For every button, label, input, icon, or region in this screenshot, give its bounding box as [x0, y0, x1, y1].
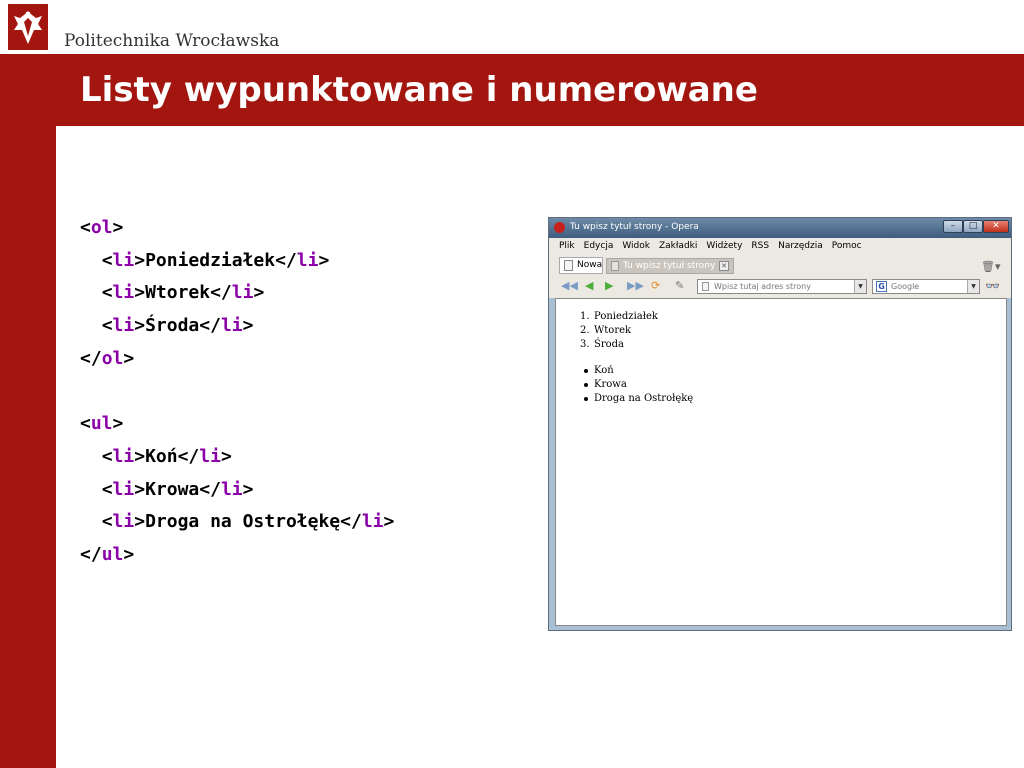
code-line-li: <li>Wtorek</li>: [101, 282, 265, 304]
menu-item-edycja[interactable]: Edycja: [584, 241, 614, 251]
code-line-ol-open: <ol>: [80, 217, 124, 238]
browser-window-title: Tu wpisz tytuł strony - Opera: [570, 222, 699, 232]
bullet-icon: [584, 383, 588, 387]
forward-icon[interactable]: ▶: [605, 279, 613, 293]
list-item: 2. Wtorek: [580, 325, 632, 336]
edit-icon[interactable]: ✎: [675, 279, 684, 293]
tab-nowa[interactable]: Nowa: [559, 257, 603, 274]
minimize-icon[interactable]: –: [943, 220, 963, 233]
back-icon[interactable]: ◀: [585, 279, 593, 293]
browser-toolbar: ◀◀ ◀ ▶ ▶▶ ⟳ ✎ Wpisz tutaj adres strony ▼…: [549, 275, 1011, 298]
page-icon: [611, 261, 619, 271]
browser-tabbar: Nowa Tu wpisz tytuł strony ✕ 🗑▾: [549, 255, 1011, 275]
eagle-crest-icon: [8, 4, 48, 50]
menu-item-rss[interactable]: RSS: [751, 241, 769, 251]
menu-item-pomoc[interactable]: Pomoc: [832, 241, 862, 251]
google-icon: G: [876, 281, 887, 292]
search-placeholder: Google: [891, 282, 920, 291]
bullet-icon: [584, 397, 588, 401]
trash-icon[interactable]: 🗑▾: [981, 260, 1001, 273]
browser-menubar: Plik Edycja Widok Zakładki Widżety RSS Narzędz…: [559, 241, 871, 255]
maximize-icon[interactable]: □: [963, 220, 983, 233]
code-line-ul-close: </ul>: [80, 543, 135, 565]
code-line-li: <li>Krowa</li>: [101, 478, 254, 500]
rewind-icon[interactable]: ◀◀: [561, 279, 578, 293]
left-red-bar: [0, 0, 56, 768]
menu-item-zakladki[interactable]: Zakładki: [659, 241, 697, 251]
university-name: Politechnika Wrocławska: [64, 31, 280, 51]
code-line-li: <li>Koń</li>: [101, 445, 232, 467]
code-line-ol-close: </ol>: [80, 347, 135, 369]
bullet-icon: [584, 369, 588, 373]
close-icon[interactable]: ✕: [983, 220, 1009, 233]
list-item: Krowa: [580, 378, 693, 392]
chevron-down-icon[interactable]: ▼: [967, 280, 979, 293]
code-line-ul-open: <ul>: [80, 413, 124, 435]
code-line-li: <li>Środa</li>: [101, 315, 254, 337]
page-icon: [702, 282, 709, 291]
menu-item-widok[interactable]: Widok: [622, 241, 650, 251]
tab-page-title[interactable]: Tu wpisz tytuł strony ✕: [606, 258, 734, 274]
glasses-icon[interactable]: 👓: [985, 279, 1000, 293]
reload-icon[interactable]: ⟳: [651, 279, 660, 293]
tab-close-icon[interactable]: ✕: [719, 261, 729, 271]
code-line-li: <li>Poniedziałek</li>: [101, 249, 330, 271]
browser-viewport: 1. Poniedziałek 2. Wtorek 3. Środa Koń Krow…: [555, 298, 1007, 626]
list-item: Droga na Ostrołękę: [580, 392, 693, 406]
tab-label: Nowa: [577, 260, 603, 270]
browser-titlebar: Tu wpisz tytuł strony - Opera – □ ✕: [549, 218, 1011, 238]
list-item: 1. Poniedziałek: [580, 311, 658, 322]
fast-forward-icon[interactable]: ▶▶: [627, 279, 644, 293]
list-item: 3. Środa: [580, 339, 625, 350]
slide-title: Listy wypunktowane i numerowane: [80, 70, 758, 110]
menu-item-plik[interactable]: Plik: [559, 241, 575, 251]
browser-chrome: Plik Edycja Widok Zakładki Widżety RSS Narzędz…: [549, 238, 1011, 298]
browser-window-screenshot: Tu wpisz tytuł strony - Opera – □ ✕ Plik…: [548, 217, 1012, 631]
code-example: <ol> <li>Poniedziałek</li> <li>Wtorek</l…: [80, 212, 394, 572]
tab-label: Tu wpisz tytuł strony: [623, 261, 716, 271]
chevron-down-icon[interactable]: ▼: [854, 280, 866, 293]
page-icon: [564, 260, 573, 271]
menu-item-narzedzia[interactable]: Narzędzia: [778, 241, 823, 251]
unordered-list: Koń Krowa Droga na Ostrołękę: [580, 364, 693, 406]
address-bar[interactable]: Wpisz tutaj adres strony ▼: [697, 279, 867, 294]
opera-icon: [554, 222, 565, 233]
menu-item-widzety[interactable]: Widżety: [706, 241, 742, 251]
university-logo: [0, 0, 56, 54]
list-item: Koń: [580, 364, 693, 378]
address-placeholder: Wpisz tutaj adres strony: [714, 282, 811, 291]
code-line-li: <li>Droga na Ostrołękę</li>: [101, 511, 395, 533]
search-field[interactable]: G Google ▼: [872, 279, 980, 294]
ordered-list: 1. Poniedziałek 2. Wtorek 3. Środa: [580, 310, 658, 352]
